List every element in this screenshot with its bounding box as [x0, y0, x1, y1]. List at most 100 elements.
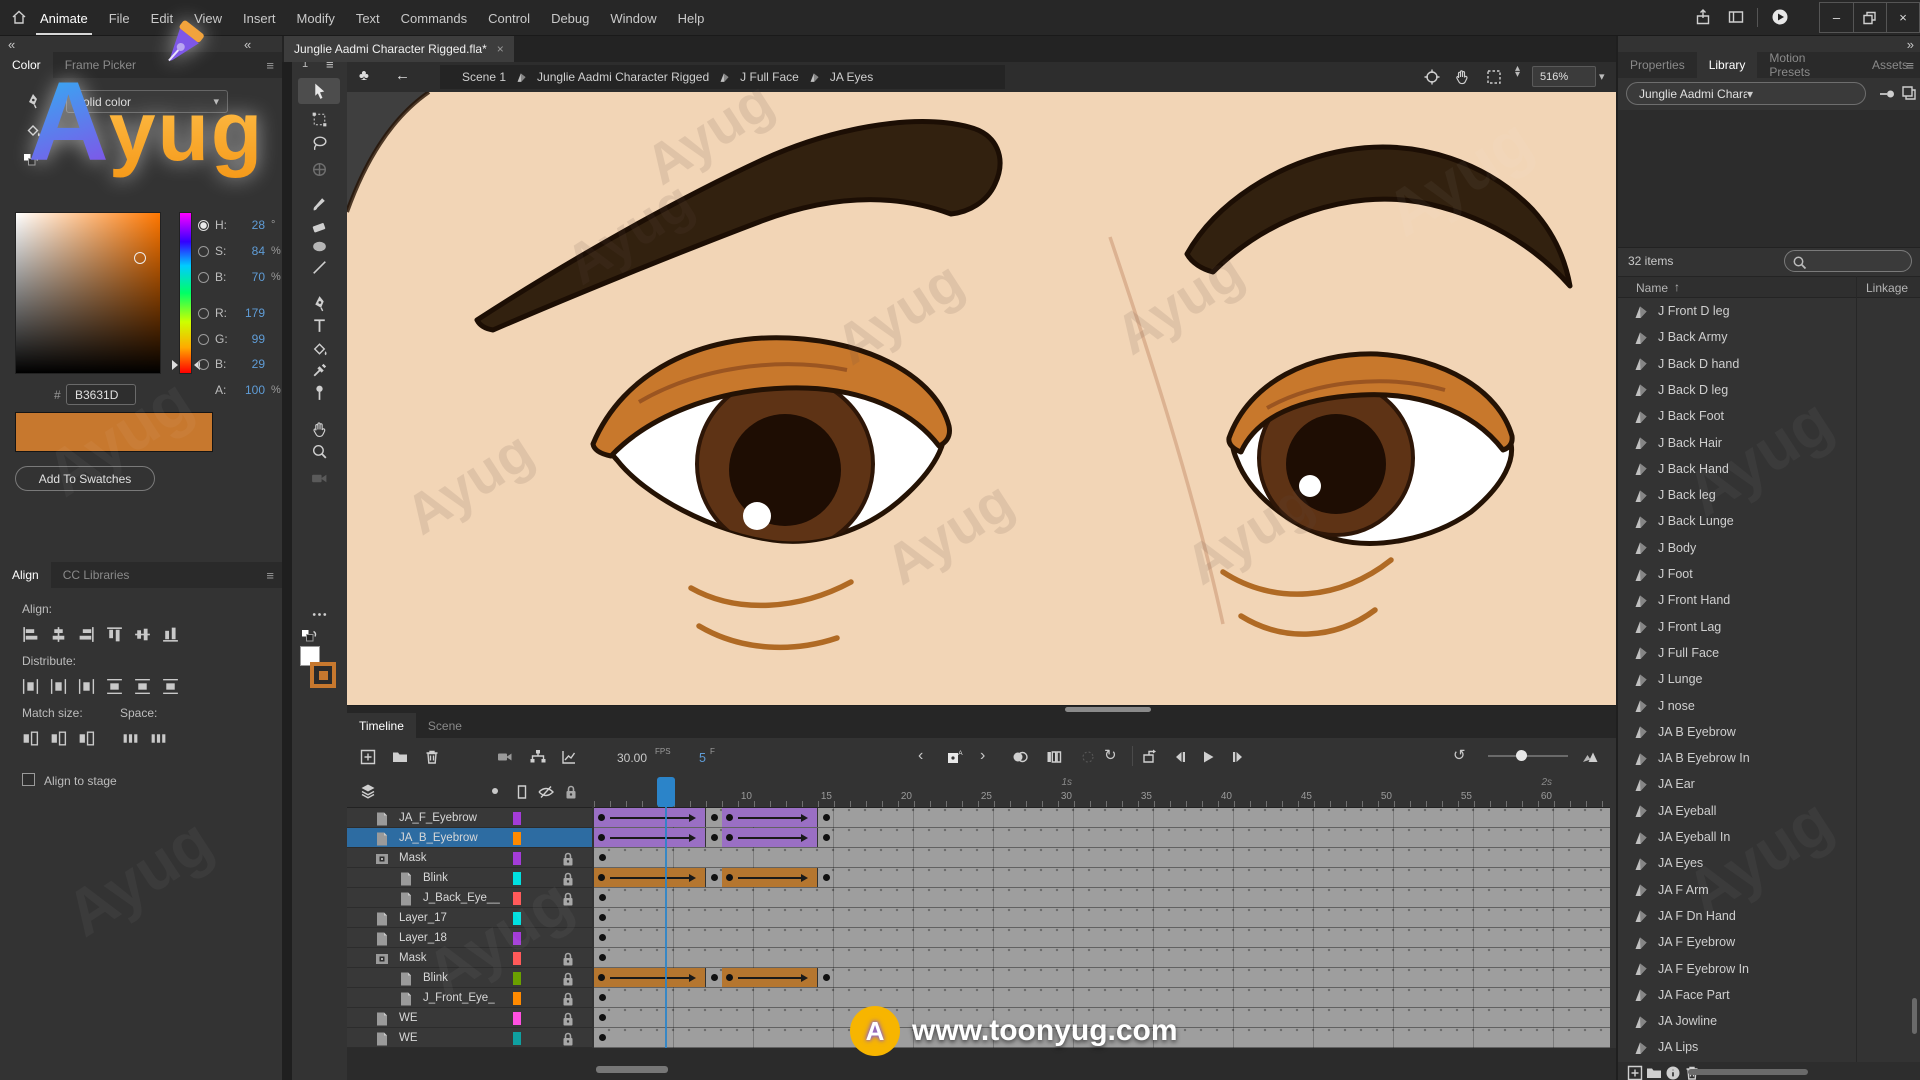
current-frame-value[interactable]: 5	[699, 751, 706, 765]
insert-frame-icon[interactable]	[1140, 747, 1160, 767]
outline-color-chip[interactable]	[513, 892, 521, 905]
panel-menu-icon[interactable]: ≡	[1906, 58, 1914, 73]
dist-h-left-button[interactable]	[20, 676, 41, 697]
timeline-zoom-icon[interactable]	[1580, 747, 1600, 767]
timeline-zoom-slider[interactable]	[1488, 755, 1568, 757]
tween-span[interactable]	[594, 868, 706, 887]
line-tool[interactable]	[298, 254, 340, 280]
close-button[interactable]: ×	[1886, 3, 1919, 32]
hex-input[interactable]: B3631D	[66, 384, 136, 405]
library-item-J-Front-Hand[interactable]: J Front Hand	[1618, 587, 1920, 613]
lock-icon[interactable]	[559, 970, 574, 985]
rotation-tool-icon[interactable]	[1453, 68, 1471, 86]
tab-frame-picker[interactable]: Frame Picker	[53, 52, 148, 78]
panel-menu-icon[interactable]: ≡	[266, 568, 274, 583]
outline-color-chip[interactable]	[513, 832, 521, 845]
edit-symbols-icon[interactable]: ♣	[359, 67, 369, 84]
free-transform-tool[interactable]	[298, 106, 340, 132]
color-row-b2[interactable]: B:70%	[198, 268, 282, 286]
spin-down-icon[interactable]: ▾	[1515, 72, 1520, 78]
tab-properties[interactable]: Properties	[1618, 52, 1697, 78]
lock-icon[interactable]	[559, 850, 574, 865]
breadcrumb-item-3[interactable]: JA Eyes	[830, 70, 873, 84]
new-symbol-icon[interactable]	[1626, 1064, 1640, 1078]
fill-swatch[interactable]	[310, 662, 336, 688]
color-row-g4[interactable]: G:99	[198, 330, 282, 348]
match-height-button[interactable]	[48, 728, 69, 749]
frame-row-Blink[interactable]	[594, 868, 1610, 888]
onion-outlines-icon[interactable]	[1044, 747, 1064, 767]
breadcrumb-item-2[interactable]: J Full Face	[740, 70, 799, 84]
step-forward-icon[interactable]	[1228, 747, 1248, 767]
outline-color-chip[interactable]	[513, 992, 521, 1005]
frame-row-J_Back_Eye__[interactable]	[594, 888, 1610, 908]
hue-strip[interactable]	[179, 212, 192, 374]
asset-warp-tool[interactable]	[298, 156, 340, 182]
align-top-button[interactable]	[104, 624, 125, 645]
timeline-frames[interactable]	[594, 808, 1610, 1048]
lasso-tool[interactable]	[298, 130, 340, 156]
library-search-input[interactable]	[1784, 250, 1912, 272]
lock-icon[interactable]	[559, 950, 574, 965]
new-folder-icon[interactable]	[390, 747, 410, 767]
menu-modify[interactable]: Modify	[297, 11, 335, 26]
dist-v-middle-button[interactable]	[132, 676, 153, 697]
timeline-ruler[interactable]: 510152025303540455055601s2s	[594, 775, 1610, 808]
frame-row-Layer_17[interactable]	[594, 908, 1610, 928]
frame-row-JA_F_Eyebrow[interactable]	[594, 808, 1610, 828]
library-item-JA-Eyeball[interactable]: JA Eyeball	[1618, 798, 1920, 824]
layer-row-Mask[interactable]: Mask	[347, 848, 592, 868]
menu-debug[interactable]: Debug	[551, 11, 589, 26]
document-tab[interactable]: Junglie Aadmi Character Rigged.fla* ×	[284, 36, 514, 62]
play-icon[interactable]	[1198, 747, 1218, 767]
space-h-button[interactable]	[148, 728, 169, 749]
library-item-J-Full-Face[interactable]: J Full Face	[1618, 640, 1920, 666]
loop-icon[interactable]: ↻	[1104, 748, 1117, 763]
restore-button[interactable]	[1853, 3, 1886, 32]
center-frame-icon[interactable]	[1423, 68, 1441, 86]
library-item-JA-F-Eyebrow-In[interactable]: JA F Eyebrow In	[1618, 956, 1920, 982]
fps-value[interactable]: 30.00	[617, 751, 647, 765]
frame-row-WE[interactable]	[594, 1008, 1610, 1028]
align-middle-button[interactable]	[132, 624, 153, 645]
color-row-a6[interactable]: A:100%	[198, 381, 282, 399]
menu-commands[interactable]: Commands	[401, 11, 467, 26]
step-back-icon[interactable]	[1170, 747, 1190, 767]
new-folder-icon[interactable]	[1645, 1064, 1659, 1078]
dist-h-center-button[interactable]	[48, 676, 69, 697]
clip-content-icon[interactable]	[1485, 68, 1503, 86]
tab-color[interactable]: Color	[0, 52, 53, 78]
layer-row-Layer_18[interactable]: Layer_18	[347, 928, 592, 948]
prev-keyframe-icon[interactable]: ‹	[918, 748, 923, 764]
tween-span[interactable]	[722, 968, 818, 987]
camera-tool[interactable]	[298, 465, 340, 491]
insert-keyframe-icon[interactable]: A	[944, 747, 964, 767]
library-item-J-Back-Hand[interactable]: J Back Hand	[1618, 456, 1920, 482]
library-item-JA-Eyeball-In[interactable]: JA Eyeball In	[1618, 824, 1920, 850]
align-left-button[interactable]	[20, 624, 41, 645]
lock-icon[interactable]	[559, 890, 574, 905]
column-linkage[interactable]: Linkage	[1866, 281, 1908, 295]
library-item-J-Front-Lag[interactable]: J Front Lag	[1618, 614, 1920, 640]
breadcrumb-item-0[interactable]: Scene 1	[462, 70, 506, 84]
menu-window[interactable]: Window	[610, 11, 656, 26]
frame-row-Mask[interactable]	[594, 848, 1610, 868]
zoom-level-input[interactable]: 516%	[1532, 66, 1596, 87]
home-icon[interactable]	[10, 8, 29, 27]
test-movie-icon[interactable]	[1771, 8, 1789, 26]
library-item-JA-F-Eyebrow[interactable]: JA F Eyebrow	[1618, 929, 1920, 955]
zoom-dropdown-icon[interactable]: ▾	[1599, 70, 1605, 83]
collapse-left-dock-icon[interactable]: «	[8, 38, 15, 51]
outline-color-chip[interactable]	[513, 932, 521, 945]
menu-edit[interactable]: Edit	[151, 11, 173, 26]
library-item-JA-Face-Part[interactable]: JA Face Part	[1618, 982, 1920, 1008]
outline-color-chip[interactable]	[513, 1012, 521, 1025]
align-to-stage-checkbox[interactable]	[22, 773, 35, 786]
collapse-tools-icon[interactable]: «	[244, 38, 251, 51]
advanced-layers-icon[interactable]	[528, 747, 548, 767]
color-row-b5[interactable]: B:29	[198, 355, 282, 373]
breadcrumb-item-1[interactable]: Junglie Aadmi Character Rigged	[537, 70, 709, 84]
timeline-hscroll-thumb[interactable]	[596, 1066, 668, 1073]
share-icon[interactable]	[1694, 8, 1712, 26]
frame-row-Layer_18[interactable]	[594, 928, 1610, 948]
